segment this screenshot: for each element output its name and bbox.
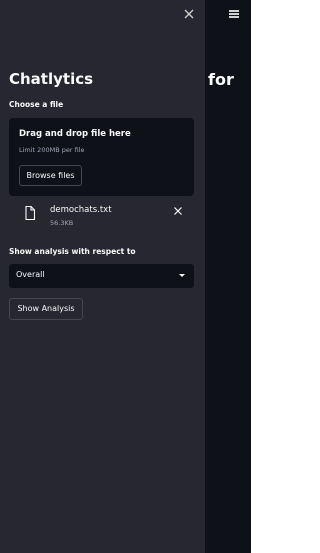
file-icon [25, 206, 35, 220]
chevron-down-icon [179, 274, 185, 277]
remove-file-icon[interactable] [173, 206, 183, 216]
close-icon[interactable] [183, 8, 195, 20]
app-window: Chatlytics Choose a file Drag and drop f… [0, 0, 251, 553]
show-analysis-button[interactable]: Show Analysis [9, 298, 83, 320]
uploaded-file-item: demochats.txt 56.3KB [9, 202, 194, 232]
uploaded-file-size: 56.3KB [50, 219, 74, 227]
file-dropzone[interactable]: Drag and drop file here Limit 200MB per … [9, 118, 194, 196]
uploaded-file-name: demochats.txt [50, 205, 112, 215]
dropzone-title: Drag and drop file here [19, 129, 131, 139]
analysis-select[interactable]: Overall [9, 264, 194, 288]
dropzone-limit: Limit 200MB per file [19, 146, 85, 154]
file-uploader-label: Choose a file [9, 100, 64, 109]
analysis-select-label: Show analysis with respect to [9, 247, 136, 256]
main-topbar [205, 0, 251, 24]
sidebar: Chatlytics Choose a file Drag and drop f… [0, 0, 205, 553]
main-content: for [205, 0, 251, 553]
main-title: for [208, 70, 234, 89]
app-title: Chatlytics [9, 70, 94, 88]
analysis-select-value: Overall [16, 270, 45, 279]
browse-files-button[interactable]: Browse files [19, 165, 82, 186]
hamburger-menu-icon[interactable] [229, 10, 239, 18]
